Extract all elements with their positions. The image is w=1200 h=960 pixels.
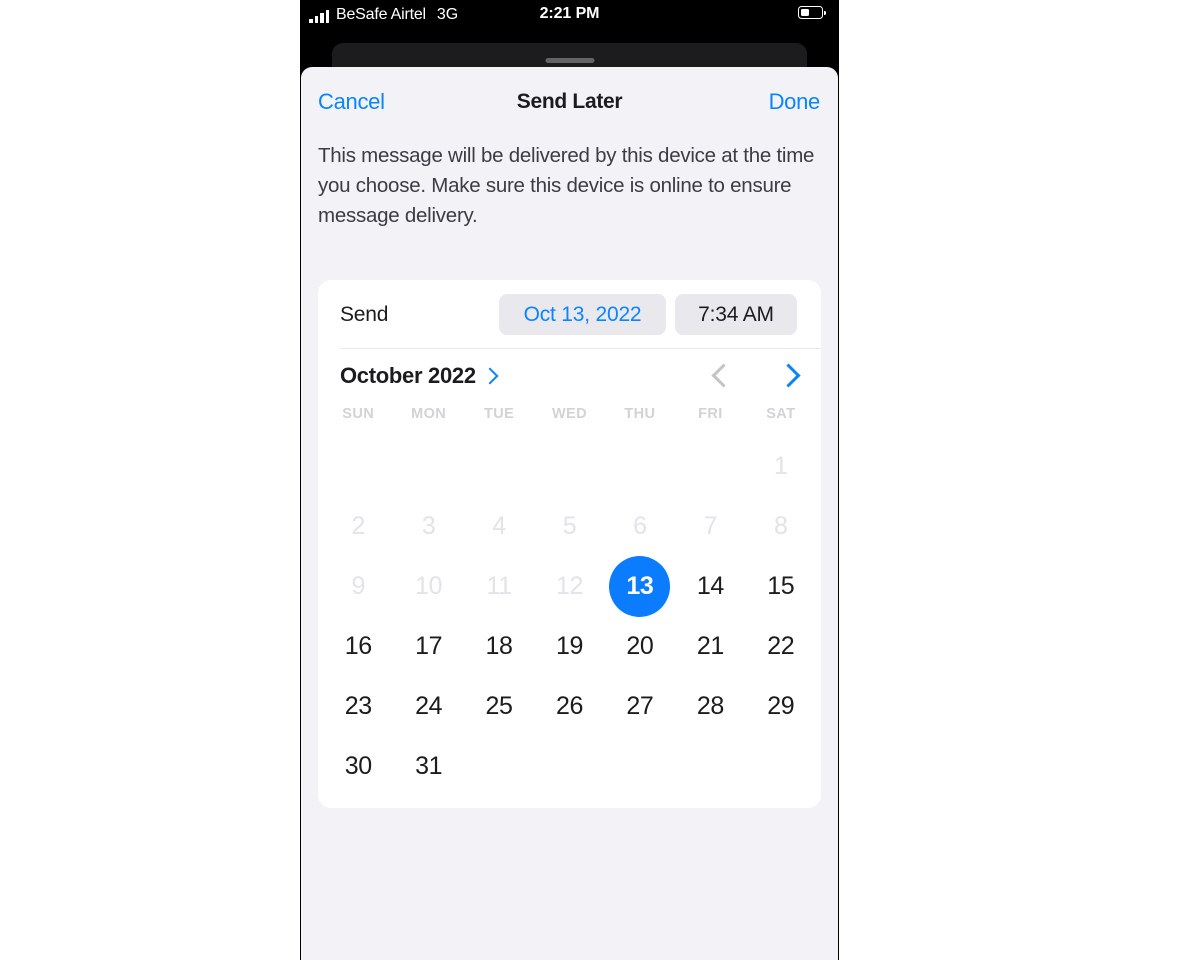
next-month-button[interactable] — [775, 362, 801, 388]
weekday-label: SAT — [766, 406, 796, 422]
status-bar-clock: 2:21 PM — [539, 5, 600, 22]
calendar-day-disabled: 7 — [703, 511, 718, 540]
calendar-day[interactable]: 21 — [675, 616, 745, 676]
month-arrows — [710, 362, 801, 388]
weekday-label: SUN — [342, 406, 375, 422]
status-bar-right — [798, 6, 826, 19]
send-datetime-row: Send Oct 13, 2022 7:34 AM — [318, 280, 821, 349]
send-row-label: Send — [340, 303, 389, 326]
sheet-grabber-handle[interactable] — [545, 58, 594, 63]
calendar-day[interactable]: 28 — [675, 676, 745, 736]
calendar-day-empty — [675, 736, 745, 796]
weekday-label: TUE — [483, 406, 515, 422]
chevron-left-icon — [710, 362, 736, 388]
calendar-day-empty — [464, 736, 534, 796]
screenshot-root: BeSafe Airtel 3G 2:21 PM Cancel Send Lat… — [0, 0, 1200, 960]
calendar-day-empty — [534, 736, 604, 796]
month-year-selector[interactable]: October 2022 — [340, 363, 499, 389]
calendar-day-empty — [675, 436, 745, 496]
calendar-day-selected[interactable]: 13 — [605, 555, 675, 617]
calendar-day-empty — [393, 436, 463, 496]
calendar-day-empty — [605, 736, 675, 796]
calendar-day-grid: 1 2 3 4 5 6 7 8 9 10 11 12 13 14 15 16 17 18 19 20 21 22 23 24 2… — [318, 436, 821, 796]
calendar-day-disabled: 12 — [555, 571, 583, 600]
calendar-day[interactable]: 20 — [605, 616, 675, 676]
calendar-day[interactable]: 24 — [393, 676, 463, 736]
calendar-day[interactable]: 25 — [464, 676, 534, 736]
battery-icon — [798, 6, 826, 19]
calendar-day[interactable]: 15 — [746, 556, 816, 616]
calendar-day[interactable]: 30 — [323, 736, 393, 796]
calendar-day[interactable]: 22 — [746, 616, 816, 676]
calendar-day-disabled: 10 — [415, 571, 443, 600]
calendar-day-disabled: 1 — [774, 451, 788, 480]
page-title: Send Later — [516, 90, 623, 113]
month-navigation-bar: October 2022 — [318, 348, 821, 404]
calendar-day-disabled: 2 — [351, 511, 365, 540]
weekday-label: THU — [624, 406, 656, 422]
calendar-day[interactable]: 14 — [675, 556, 745, 616]
calendar-day-empty — [464, 436, 534, 496]
selected-day-circle: 13 — [609, 555, 671, 617]
time-value-button[interactable]: 7:34 AM — [675, 294, 797, 335]
calendar-day-disabled: 4 — [492, 511, 506, 540]
calendar-day-disabled: 9 — [351, 571, 365, 600]
calendar-day-disabled: 11 — [486, 571, 512, 600]
battery-fill — [800, 8, 809, 16]
calendar-day-disabled: 8 — [774, 511, 788, 540]
calendar-day[interactable]: 26 — [534, 676, 604, 736]
chevron-right-icon — [775, 362, 801, 388]
description-text: This message will be delivered by this d… — [318, 144, 815, 227]
calendar-day[interactable]: 16 — [323, 616, 393, 676]
month-year-label: October 2022 — [340, 363, 476, 388]
previous-month-button[interactable] — [710, 362, 736, 388]
calendar-day-empty — [323, 436, 393, 496]
weekday-header-row: SUN MON TUE WED THU FRI SAT — [318, 406, 821, 422]
calendar-day[interactable]: 18 — [464, 616, 534, 676]
weekday-label: FRI — [698, 406, 723, 422]
calendar-day-empty — [605, 436, 675, 496]
calendar-day-disabled: 6 — [633, 511, 647, 540]
weekday-label: MON — [411, 406, 447, 422]
calendar-day[interactable]: 31 — [393, 736, 463, 796]
calendar-day[interactable]: 17 — [393, 616, 463, 676]
calendar-day[interactable]: 23 — [323, 676, 393, 736]
calendar-day[interactable]: 29 — [746, 676, 816, 736]
calendar-day-empty — [534, 436, 604, 496]
calendar-day-empty — [746, 736, 816, 796]
calendar-day-disabled: 5 — [562, 511, 577, 540]
date-picker-card: Send Oct 13, 2022 7:34 AM October 2022 S… — [318, 280, 821, 808]
send-later-sheet: Cancel Send Later Done This message will… — [301, 67, 838, 960]
calendar-day[interactable]: 19 — [534, 616, 604, 676]
calendar-day[interactable]: 27 — [605, 676, 675, 736]
chevron-right-icon — [481, 367, 499, 385]
done-button[interactable]: Done — [769, 89, 821, 115]
calendar-day-disabled: 3 — [421, 511, 436, 540]
status-bar: BeSafe Airtel 3G 2:21 PM — [300, 0, 839, 30]
weekday-label: WED — [551, 406, 587, 422]
sheet-navbar: Cancel Send Later Done — [301, 67, 838, 129]
date-value-button[interactable]: Oct 13, 2022 — [499, 294, 666, 335]
phone-device-frame: BeSafe Airtel 3G 2:21 PM Cancel Send Lat… — [300, 0, 839, 960]
